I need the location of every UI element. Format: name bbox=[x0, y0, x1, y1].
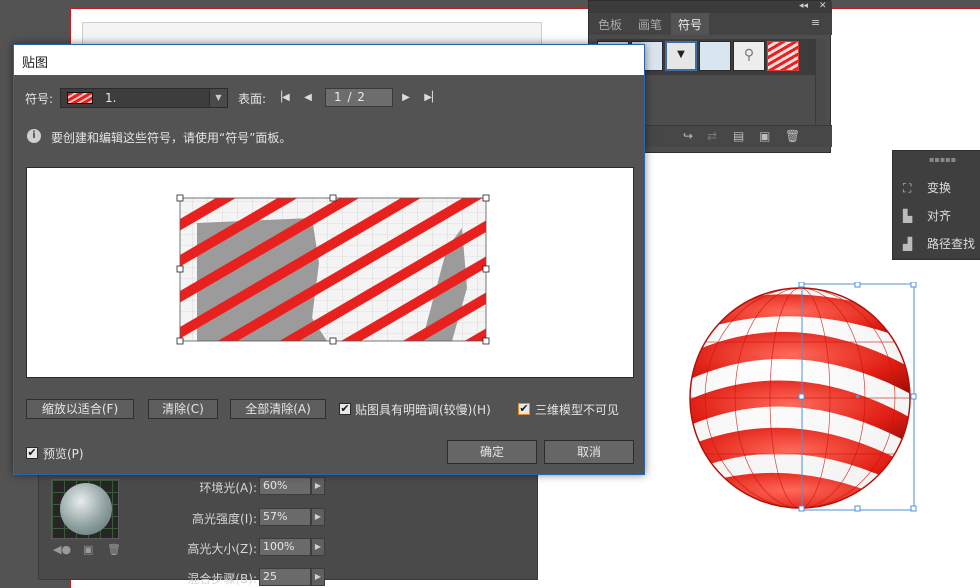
highlight-intensity-value[interactable]: 57% bbox=[259, 508, 311, 526]
symbol-thumbnail bbox=[67, 92, 93, 104]
pathfinder-label: 路径查找 bbox=[927, 237, 976, 251]
delete-light-icon[interactable]: 🗑 bbox=[107, 543, 121, 556]
tab-symbols[interactable]: 符号 bbox=[671, 13, 710, 35]
pathfinder-icon: ▟ bbox=[903, 237, 913, 251]
map-preview-svg bbox=[176, 194, 490, 345]
highlight-intensity-arrow[interactable]: ▶ bbox=[311, 508, 325, 526]
ambient-light-value[interactable]: 60% bbox=[259, 477, 311, 495]
highlight-size-label: 高光大小(Z): bbox=[187, 542, 257, 556]
ok-button[interactable]: 确定 bbox=[447, 440, 537, 464]
preview-label: 预览(P) bbox=[43, 447, 84, 461]
invisible-geometry-checkbox[interactable]: ✔ bbox=[518, 403, 530, 415]
panel-tabs: 色板 画笔 符号 ≡ bbox=[589, 13, 832, 35]
panel-grip[interactable]: ▪▪▪▪▪ bbox=[929, 155, 956, 164]
lighting-sphere bbox=[60, 483, 112, 535]
side-panel: ▪▪▪▪▪ ⛶ 变换 ▙ 对齐 ▟ 路径查找 bbox=[892, 150, 980, 260]
chevron-down-icon[interactable]: ▼ bbox=[209, 89, 227, 107]
highlight-size-value[interactable]: 100% bbox=[259, 538, 311, 556]
lighting-preview[interactable] bbox=[51, 479, 119, 539]
first-surface-icon[interactable]: ▕◀ bbox=[273, 88, 291, 108]
align-icon: ▙ bbox=[903, 209, 913, 223]
info-icon: i bbox=[27, 129, 41, 143]
sphere-artwork[interactable] bbox=[688, 281, 918, 514]
prev-surface-icon[interactable]: ◀ bbox=[299, 88, 317, 108]
symbol-swatch[interactable] bbox=[699, 41, 731, 71]
transform-item[interactable]: ⛶ 变换 bbox=[903, 179, 951, 201]
magnifier-symbol-icon[interactable]: ⚲ bbox=[733, 41, 765, 71]
tab-swatches[interactable]: 色板 bbox=[591, 13, 629, 35]
symbol-options-icon[interactable]: ▤ bbox=[733, 129, 744, 143]
blend-steps-row: 混合步骤(B): 25 ▶ bbox=[129, 568, 389, 588]
highlight-intensity-label: 高光强度(I): bbox=[192, 512, 257, 526]
highlight-size-arrow[interactable]: ▶ bbox=[311, 538, 325, 556]
panel-menu-icon[interactable]: ≡ bbox=[811, 16, 820, 29]
info-text: 要创建和编辑这些符号，请使用“符号”面板。 bbox=[51, 131, 292, 145]
ambient-light-row: 环境光(A): 60% ▶ bbox=[129, 477, 389, 497]
sphere-svg bbox=[689, 281, 917, 512]
symbol-select[interactable]: 1. ▼ bbox=[60, 88, 228, 108]
map-preview-canvas[interactable] bbox=[26, 167, 634, 378]
preview-checkbox[interactable]: ✔ bbox=[26, 447, 38, 459]
place-symbol-icon[interactable]: ↪ bbox=[683, 129, 693, 143]
3d-options-dialog-bg: ◀● ▣ 🗑 环境光(A): 60% ▶ 高光强度(I): 57% ▶ 高光大小… bbox=[38, 470, 538, 586]
align-label: 对齐 bbox=[927, 209, 952, 223]
surface-page-input[interactable]: 1 / 2 bbox=[325, 88, 393, 107]
symbol-swatch-dropdown[interactable]: ▼ bbox=[665, 41, 697, 71]
dialog-title: 贴图 bbox=[14, 45, 644, 75]
ambient-light-arrow[interactable]: ▶ bbox=[311, 477, 325, 495]
clear-all-button[interactable]: 全部清除(A) bbox=[230, 399, 326, 419]
break-link-icon[interactable]: ⇄ bbox=[707, 129, 717, 143]
clear-button[interactable]: 清除(C) bbox=[148, 399, 218, 419]
new-light-icon[interactable]: ▣ bbox=[83, 543, 93, 556]
pathfinder-item[interactable]: ▟ 路径查找 bbox=[903, 235, 975, 257]
symbol-label: 符号: bbox=[25, 92, 54, 106]
transform-icon: ⛶ bbox=[903, 181, 912, 195]
blend-steps-label: 混合步骤(B): bbox=[187, 572, 257, 586]
blend-steps-value[interactable]: 25 bbox=[259, 568, 311, 586]
panel-scrollbar[interactable] bbox=[815, 39, 825, 125]
cancel-button[interactable]: 取消 bbox=[544, 440, 634, 464]
panel-topbar[interactable]: ◂◂ ✕ bbox=[589, 1, 832, 13]
last-surface-icon[interactable]: ▶▏ bbox=[423, 88, 441, 108]
surface-label: 表面: bbox=[238, 92, 267, 106]
ambient-light-label: 环境光(A): bbox=[199, 481, 257, 495]
move-light-icon[interactable]: ◀● bbox=[53, 543, 71, 556]
collapse-icon[interactable]: ◂◂ bbox=[799, 1, 808, 11]
map-art-dialog: 贴图 符号: 1. ▼ 表面: ▕◀ ◀ 1 / 2 ▶ ▶▏ i 要创建和编辑… bbox=[13, 44, 645, 475]
shade-artwork-checkbox[interactable]: ✔ bbox=[339, 403, 351, 415]
transform-label: 变换 bbox=[927, 181, 952, 195]
blend-steps-arrow[interactable]: ▶ bbox=[311, 568, 325, 586]
new-symbol-icon[interactable]: ▣ bbox=[759, 129, 770, 143]
shade-artwork-label: 贴图具有明暗调(较慢)(H) bbox=[355, 403, 491, 417]
align-item[interactable]: ▙ 对齐 bbox=[903, 207, 951, 229]
close-icon[interactable]: ✕ bbox=[819, 1, 827, 11]
highlight-intensity-row: 高光强度(I): 57% ▶ bbox=[129, 508, 389, 528]
symbol-select-value: 1. bbox=[105, 91, 117, 105]
invisible-geometry-label: 三维模型不可见 bbox=[535, 403, 620, 417]
scale-to-fit-button[interactable]: 缩放以适合(F) bbox=[26, 399, 134, 419]
next-surface-icon[interactable]: ▶ bbox=[397, 88, 415, 108]
highlight-size-row: 高光大小(Z): 100% ▶ bbox=[129, 538, 389, 558]
tab-brushes[interactable]: 画笔 bbox=[631, 13, 669, 35]
striped-symbol-swatch[interactable] bbox=[767, 41, 799, 71]
delete-symbol-icon[interactable]: 🗑 bbox=[785, 129, 800, 143]
